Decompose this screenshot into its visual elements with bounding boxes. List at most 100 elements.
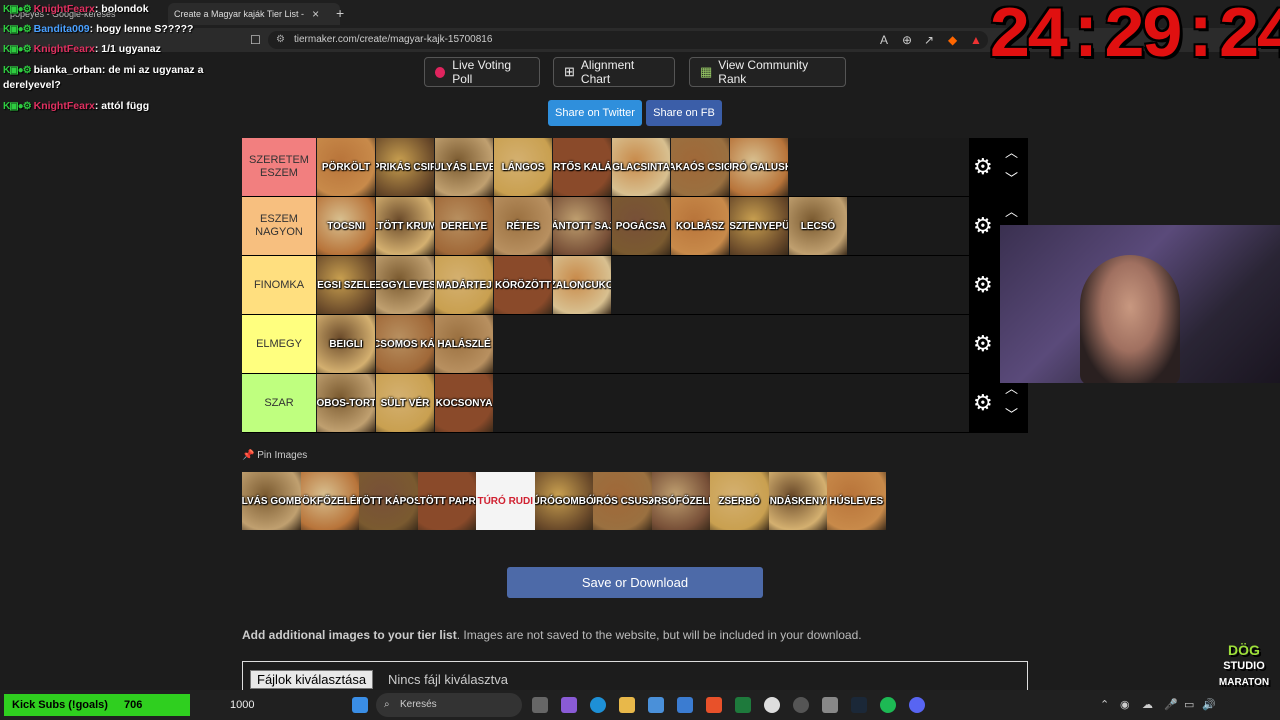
food-image[interactable]: GULYÁS LEVES xyxy=(435,138,493,196)
pin-images-toggle[interactable]: 📌 Pin Images xyxy=(242,450,307,461)
zoom-icon[interactable]: ⊕ xyxy=(902,33,912,47)
food-image[interactable]: TOCSNI xyxy=(317,197,375,255)
steam-icon[interactable] xyxy=(851,697,867,713)
live-voting-button[interactable]: Live Voting Poll xyxy=(424,57,540,87)
tray-app-icon[interactable]: ◉ xyxy=(1120,698,1130,711)
tier-label[interactable]: SZAR xyxy=(242,374,316,432)
tier-label[interactable]: SZERETEM ESZEM xyxy=(242,138,316,196)
tier-label[interactable]: ESZEM NAGYON xyxy=(242,197,316,255)
food-image[interactable]: MADÁRTEJ xyxy=(435,256,493,314)
food-image[interactable]: PÖRKÖLT xyxy=(317,138,375,196)
food-image[interactable]: TÚRÓ RUDI xyxy=(476,472,535,530)
food-image[interactable]: HALÁSZLÉ xyxy=(435,315,493,373)
task-view-icon[interactable] xyxy=(532,697,548,713)
mail-icon[interactable] xyxy=(677,697,693,713)
food-image[interactable]: DOBOS-TORTA xyxy=(317,374,375,432)
food-image[interactable]: TÖLTÖTT KÁPOSZTA xyxy=(359,472,418,530)
food-image[interactable]: KAKAÓS CSIGA xyxy=(671,138,729,196)
food-image[interactable]: TÚRÓ GALUSKA xyxy=(730,138,788,196)
food-image[interactable]: PUNDÁSKENYÉR xyxy=(768,472,827,530)
brave-shield-icon[interactable]: ◆ xyxy=(948,33,957,47)
food-image[interactable]: KOLBÁSZ xyxy=(671,197,729,255)
food-image[interactable]: KOCSONYA xyxy=(435,374,493,432)
food-image[interactable]: LÁNGOS xyxy=(494,138,552,196)
food-image[interactable]: GLACSINTA xyxy=(612,138,670,196)
new-tab-icon[interactable]: + xyxy=(336,5,344,21)
volume-icon[interactable]: 🔊 xyxy=(1202,698,1216,711)
translate-icon[interactable]: A xyxy=(880,33,888,47)
community-rank-label: View Community Rank xyxy=(718,58,809,86)
food-image[interactable]: TÖKFŐZELÉK xyxy=(300,472,359,530)
food-label: GESZTENYEPÜRÉ xyxy=(730,220,788,232)
gear-icon[interactable]: ⚙ xyxy=(973,272,993,298)
microphone-icon[interactable]: 🎤 xyxy=(1164,698,1178,711)
food-image[interactable]: BORSÓFŐZELÉK xyxy=(651,472,710,530)
gear-icon[interactable]: ⚙ xyxy=(973,390,993,416)
marathon-timer: 24:29:24 xyxy=(988,0,1280,78)
brave-rewards-icon[interactable]: ▲ xyxy=(970,33,982,47)
chevron-up-icon[interactable]: ⌃ xyxy=(1100,698,1109,711)
app-icon[interactable] xyxy=(793,697,809,713)
food-label: LECSÓ xyxy=(800,220,836,232)
close-icon[interactable]: × xyxy=(312,7,319,21)
food-image[interactable]: KÜRTŐS KALÁCS xyxy=(553,138,611,196)
share-twitter-button[interactable]: Share on Twitter xyxy=(548,100,642,126)
chevron-down-icon[interactable]: ﹀ xyxy=(1005,404,1018,423)
food-image[interactable]: SZILVÁS GOMBÓC xyxy=(242,472,301,530)
food-image[interactable]: EGGYLEVES xyxy=(376,256,434,314)
food-image[interactable]: BEGSI SZELET xyxy=(317,256,375,314)
taskbar-search[interactable]: ⌕ Keresés xyxy=(376,693,522,717)
chevron-down-icon[interactable]: ﹀ xyxy=(1005,168,1018,187)
site-info-icon[interactable]: ⚙ xyxy=(276,31,285,49)
webcam-feed xyxy=(1000,225,1280,383)
food-image[interactable]: GESZTENYEPÜRÉ xyxy=(730,197,788,255)
food-image[interactable]: POGÁCSA xyxy=(612,197,670,255)
food-image[interactable]: RÁNTOTT SAJT xyxy=(553,197,611,255)
food-image[interactable]: ZSERBÓ xyxy=(710,472,769,530)
chat-text: hogy lenne S????? xyxy=(96,23,194,35)
file-explorer-icon[interactable] xyxy=(619,697,635,713)
gear-icon[interactable]: ⚙ xyxy=(973,154,993,180)
network-icon[interactable]: ▭ xyxy=(1184,698,1194,711)
excel-icon[interactable] xyxy=(735,697,751,713)
windows-start-icon[interactable] xyxy=(352,697,368,713)
tier-label[interactable]: ELMEGY xyxy=(242,315,316,373)
streamer-image xyxy=(1080,255,1180,383)
spotify-icon[interactable] xyxy=(880,697,896,713)
food-image[interactable]: TÖLTÖTT PAPRIKA xyxy=(417,472,476,530)
discord-icon[interactable] xyxy=(909,697,925,713)
food-image[interactable]: PRIKÁS CSIR xyxy=(376,138,434,196)
save-download-button[interactable]: Save or Download xyxy=(507,567,763,598)
community-rank-button[interactable]: ▦ View Community Rank xyxy=(689,57,846,87)
food-image[interactable]: KÖRÖZÖTT xyxy=(494,256,552,314)
food-image[interactable]: BEIGLI xyxy=(317,315,375,373)
settings-icon[interactable] xyxy=(822,697,838,713)
bookmark-icon[interactable]: ☐ xyxy=(250,33,261,47)
food-image[interactable]: SZALONCUKOR xyxy=(553,256,611,314)
food-image[interactable]: HÚSLEVES xyxy=(827,472,886,530)
food-label: TÖLTÖTT KÁPOSZTA xyxy=(359,495,418,507)
food-image[interactable]: TÖLTÖTT KRUMPLI xyxy=(376,197,434,255)
food-image[interactable]: SÜLT VÉR xyxy=(376,374,434,432)
food-image[interactable]: RÉTES xyxy=(494,197,552,255)
gear-icon[interactable]: ⚙ xyxy=(973,331,993,357)
tier-label[interactable]: FINOMKA xyxy=(242,256,316,314)
chevron-up-icon[interactable]: ︿ xyxy=(1005,142,1018,161)
food-image[interactable]: PARADICSOMOS KÁPOSZTA xyxy=(376,315,434,373)
share-icon[interactable]: ↗ xyxy=(924,33,934,47)
store-icon[interactable] xyxy=(648,697,664,713)
gear-icon[interactable]: ⚙ xyxy=(973,213,993,239)
copilot-icon[interactable] xyxy=(561,697,577,713)
tray-cloud-icon[interactable]: ☁ xyxy=(1142,698,1153,711)
food-image[interactable]: TÚRÓS CSUSZA xyxy=(593,472,652,530)
edge-icon[interactable] xyxy=(590,697,606,713)
share-fb-button[interactable]: Share on FB xyxy=(646,100,722,126)
choose-files-button[interactable]: Fájlok kiválasztása xyxy=(250,670,374,689)
alignment-chart-button[interactable]: ⊞ Alignment Chart xyxy=(553,57,675,87)
obs-icon[interactable] xyxy=(764,697,780,713)
brave-icon[interactable] xyxy=(706,697,722,713)
chevron-up-icon[interactable]: ︿ xyxy=(1005,201,1018,220)
food-image[interactable]: DERELYE xyxy=(435,197,493,255)
food-image[interactable]: TÚRÓGOMBÓC xyxy=(534,472,593,530)
food-image[interactable]: LECSÓ xyxy=(789,197,847,255)
